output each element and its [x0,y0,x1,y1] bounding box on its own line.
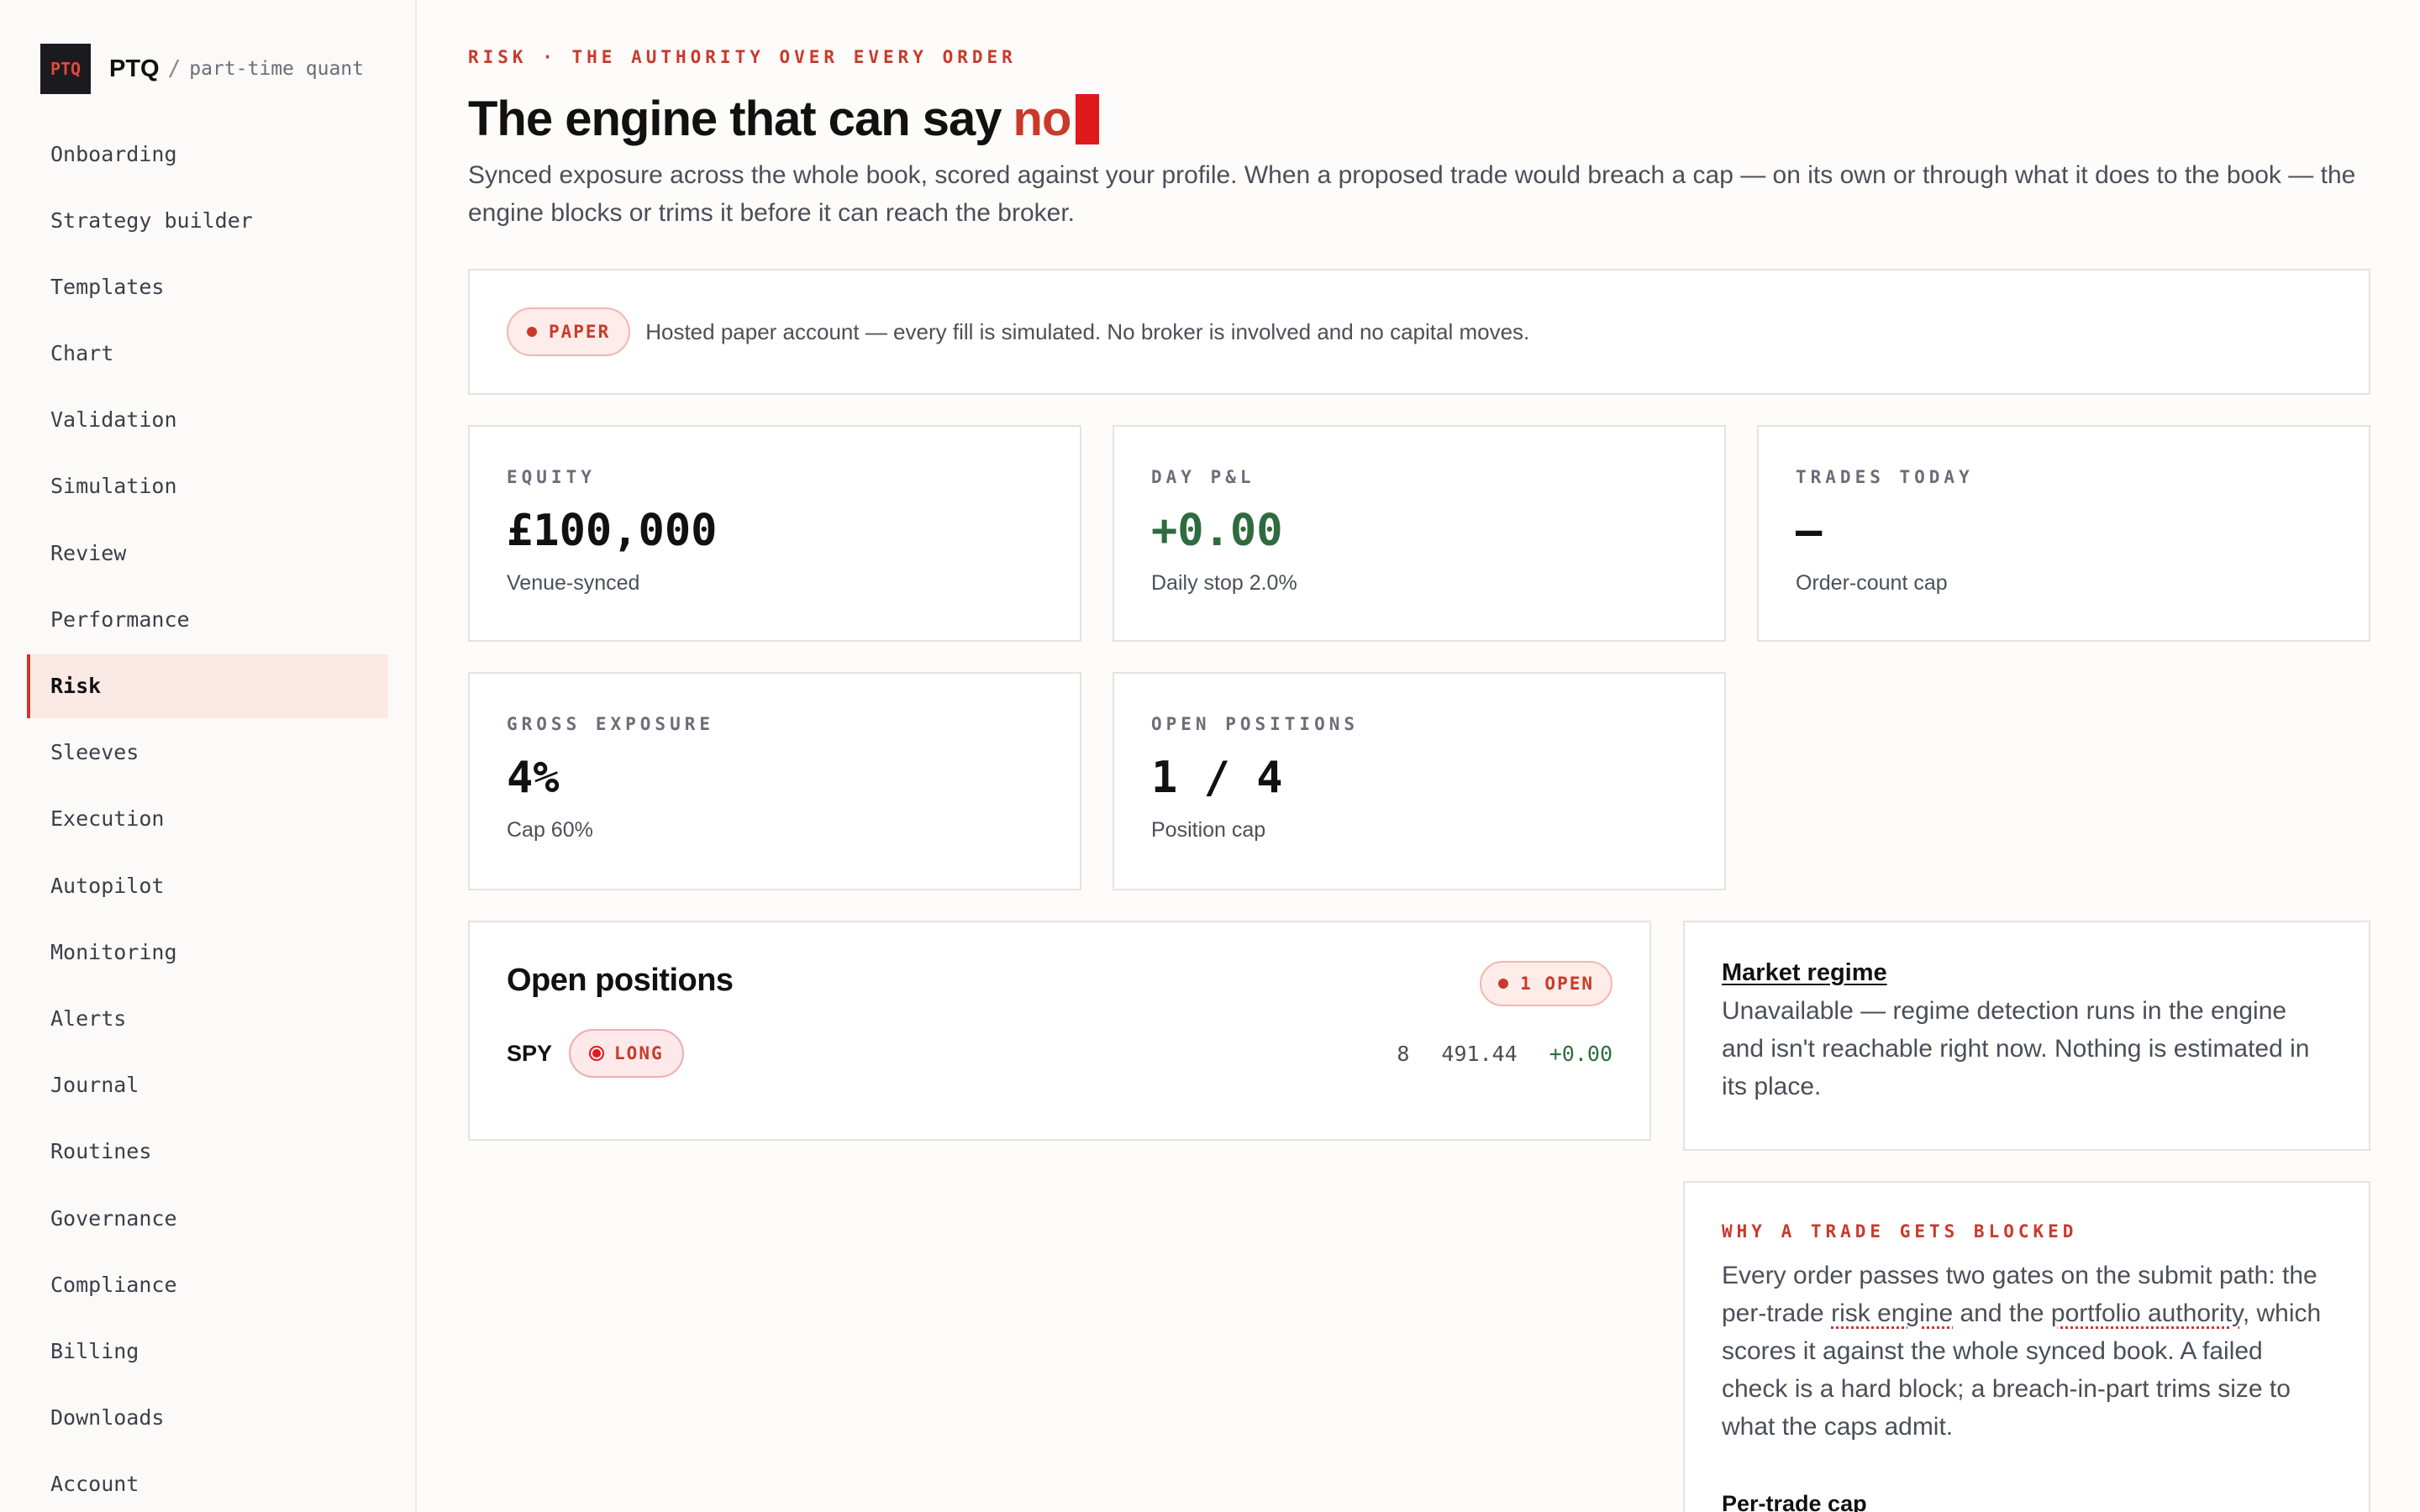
sidebar-item-execution[interactable]: Execution [27,787,388,851]
risk-engine-link[interactable]: risk engine [1831,1299,1953,1327]
position-symbol: SPY [507,1040,553,1066]
brand-logo: PTQ [40,44,91,94]
sidebar-item-sleeves[interactable]: Sleeves [27,721,388,785]
open-count-label: 1 OPEN [1520,974,1594,994]
stat-caption: Position cap [1151,818,1266,842]
sidebar-item-account[interactable]: Account [27,1452,388,1512]
open-positions-panel: Open positions 1 OPEN SPY LONG 8 491.44 … [468,921,1651,1141]
position-pnl: +0.00 [1549,1041,1612,1066]
stat-caption: Venue-synced [507,571,640,595]
stat-label: DAY P&L [1151,467,1255,487]
stat-value: — [1796,506,1823,556]
per-trade-cap-heading[interactable]: Per-trade cap [1722,1491,2332,1512]
why-blocked-text: Every order passes two gates on the subm… [1722,1257,2332,1446]
stat-value: £100,000 [507,506,718,556]
sidebar-item-alerts[interactable]: Alerts [27,986,388,1050]
why-blocked-eyebrow: WHY A TRADE GETS BLOCKED [1722,1221,2078,1242]
sidebar-item-risk[interactable]: Risk [27,654,388,718]
paper-badge-label: PAPER [549,322,611,342]
market-regime-title[interactable]: Market regime [1722,959,2332,987]
page-title-main: The engine that can say [468,92,1002,146]
position-price: 491.44 [1441,1041,1518,1066]
page-title-accent: no [1013,92,1072,146]
sidebar: PTQ PTQ / part-time quant Onboarding Str… [0,0,417,1512]
stat-value: 1 / 4 [1151,753,1283,803]
page-title: The engine that can say no [468,91,1100,147]
brand-name: PTQ [109,55,160,82]
stat-label: TRADES TODAY [1796,467,1974,487]
position-side-label: LONG [614,1043,664,1063]
stat-card-gross-exposure: GROSS EXPOSURE 4% Cap 60% [468,672,1081,890]
sidebar-item-governance[interactable]: Governance [27,1186,388,1250]
position-side-badge: LONG [569,1029,684,1078]
brand[interactable]: PTQ PTQ / part-time quant [40,44,364,94]
sidebar-item-performance[interactable]: Performance [27,587,388,651]
sidebar-item-validation[interactable]: Validation [27,388,388,452]
long-indicator-icon [589,1046,605,1061]
stat-caption: Order-count cap [1796,571,1948,595]
stat-card-open-positions: OPEN POSITIONS 1 / 4 Position cap [1113,672,1726,890]
sidebar-item-templates[interactable]: Templates [27,255,388,318]
sidebar-item-simulation[interactable]: Simulation [27,454,388,518]
sidebar-item-chart[interactable]: Chart [27,322,388,386]
page-lede: Synced exposure across the whole book, s… [468,161,2356,227]
sidebar-item-journal[interactable]: Journal [27,1053,388,1117]
sidebar-item-strategy-builder[interactable]: Strategy builder [27,188,388,252]
stat-caption: Daily stop 2.0% [1151,571,1297,595]
sidebar-item-billing[interactable]: Billing [27,1319,388,1383]
portfolio-authority-link[interactable]: portfolio authority [2051,1299,2243,1327]
paper-account-notice: PAPER Hosted paper account — every fill … [468,269,2370,395]
paper-badge: PAPER [507,307,631,356]
panel-title: Open positions [507,963,734,998]
sidebar-item-monitoring[interactable]: Monitoring [27,920,388,984]
stat-label: OPEN POSITIONS [1151,714,1360,734]
open-count-badge: 1 OPEN [1480,961,1612,1006]
sidebar-nav: Onboarding Strategy builder Templates Ch… [27,122,388,1512]
sidebar-item-onboarding[interactable]: Onboarding [27,122,388,186]
stat-value: 4% [507,753,560,803]
paper-notice-text: Hosted paper account — every fill is sim… [645,318,1530,344]
stat-label: GROSS EXPOSURE [507,714,715,734]
position-figures: 8 491.44 +0.00 [1365,1042,1612,1066]
brand-subtitle: part-time quant [189,58,364,80]
stat-label: EQUITY [507,467,596,487]
status-dot-icon [1498,979,1509,989]
sidebar-item-autopilot[interactable]: Autopilot [27,853,388,917]
typing-cursor [1076,93,1100,144]
position-row[interactable]: SPY LONG 8 491.44 +0.00 [507,1029,1612,1078]
stat-card-trades-today: TRADES TODAY — Order-count cap [1757,425,2370,642]
sidebar-item-downloads[interactable]: Downloads [27,1386,388,1450]
sidebar-item-compliance[interactable]: Compliance [27,1252,388,1316]
market-regime-panel: Market regime Unavailable — regime detec… [1683,921,2370,1151]
stat-caption: Cap 60% [507,818,593,842]
why-text-part: and the [1953,1299,2051,1327]
stat-card-day-pnl: DAY P&L +0.00 Daily stop 2.0% [1113,425,1726,642]
position-quantity: 8 [1397,1041,1410,1066]
market-regime-text: Unavailable — regime detection runs in t… [1722,997,2310,1100]
status-dot-icon [527,327,537,337]
stat-card-equity: EQUITY £100,000 Venue-synced [468,425,1081,642]
sidebar-item-review[interactable]: Review [27,521,388,585]
sidebar-item-routines[interactable]: Routines [27,1120,388,1184]
brand-separator: / [167,56,182,81]
why-blocked-panel: WHY A TRADE GETS BLOCKED Every order pas… [1683,1181,2370,1512]
stat-value: +0.00 [1151,506,1283,556]
page-eyebrow: RISK · THE AUTHORITY OVER EVERY ORDER [468,47,1017,67]
